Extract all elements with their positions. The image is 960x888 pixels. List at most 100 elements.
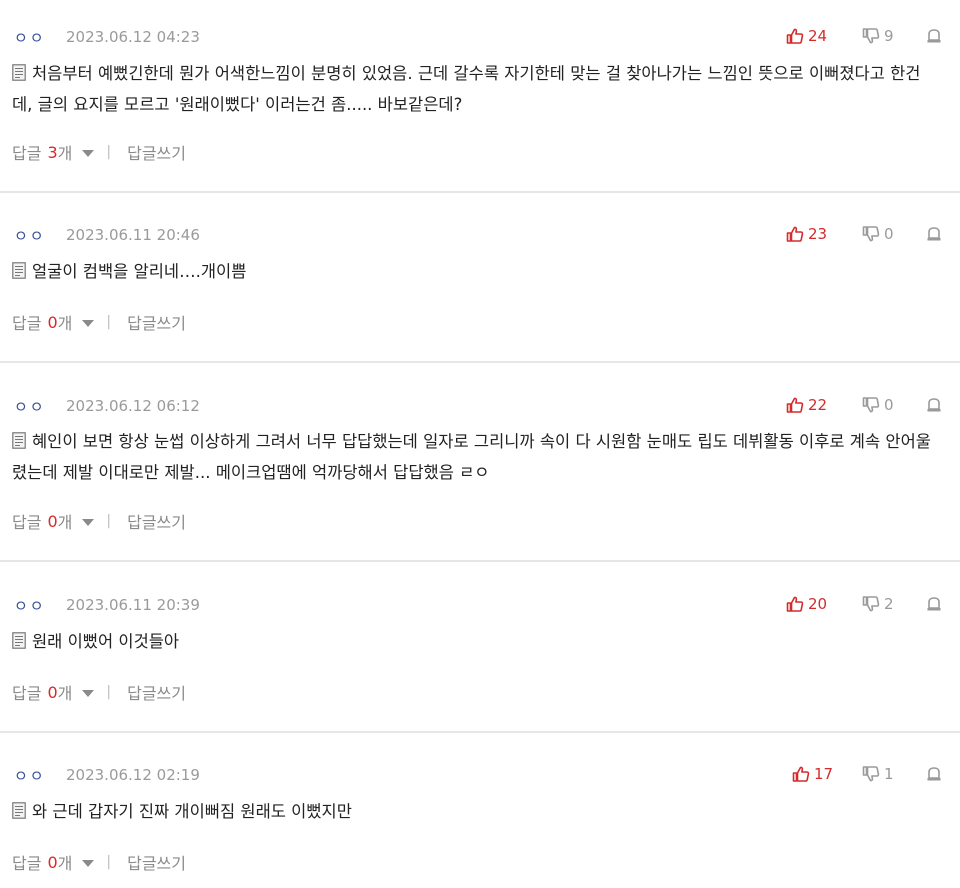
comment-text-block: 원래 이뻤어 이것들아 bbox=[12, 626, 934, 657]
reply-toggle-button[interactable]: 답글 0 개 bbox=[12, 850, 95, 874]
comment-text: 처음부터 예뻤긴한데 뭔가 어색한느낌이 분명히 있었음. 근데 갈수록 자기한… bbox=[12, 64, 921, 114]
comment-author[interactable]: ㅇㅇ bbox=[14, 396, 66, 417]
thumbs-up-icon bbox=[786, 28, 804, 44]
report-icon bbox=[927, 597, 941, 611]
separator: | bbox=[106, 854, 112, 870]
dislike-count: 1 bbox=[884, 765, 894, 783]
caret-down-icon bbox=[82, 860, 95, 867]
like-button[interactable]: 22 bbox=[786, 396, 862, 414]
comment-text: 와 근데 갑자기 진짜 개이뻐짐 원래도 이뻤지만 bbox=[32, 802, 352, 821]
write-reply-button[interactable]: 답글쓰기 bbox=[127, 140, 186, 164]
comment-date: 2023.06.12 06:12 bbox=[66, 397, 200, 415]
thumbs-up-icon bbox=[786, 596, 804, 612]
dislike-button[interactable]: 1 bbox=[862, 765, 926, 783]
reply-label: 답글 bbox=[12, 684, 42, 703]
like-count: 22 bbox=[808, 396, 828, 414]
report-button[interactable] bbox=[926, 766, 942, 782]
like-button[interactable]: 23 bbox=[786, 225, 862, 243]
document-icon bbox=[12, 802, 26, 819]
document-icon bbox=[12, 432, 26, 449]
comment-text-block: 처음부터 예뻤긴한데 뭔가 어색한느낌이 분명히 있었음. 근데 갈수록 자기한… bbox=[12, 58, 934, 120]
reply-unit: 개 bbox=[57, 854, 73, 873]
reply-unit: 개 bbox=[57, 144, 73, 163]
thumbs-up-icon bbox=[786, 226, 804, 242]
comment-author[interactable]: ㅇㅇ bbox=[14, 765, 66, 786]
reply-count: 0 bbox=[47, 312, 58, 332]
comment-date: 2023.06.11 20:39 bbox=[66, 596, 200, 614]
report-button[interactable] bbox=[926, 28, 942, 44]
comment-text-block: 와 근데 갑자기 진짜 개이뻐짐 원래도 이뻤지만 bbox=[12, 796, 934, 827]
reply-toggle-button[interactable]: 답글 0 개 bbox=[12, 509, 95, 533]
report-icon bbox=[927, 29, 941, 43]
thumbs-down-icon bbox=[862, 397, 880, 413]
document-icon bbox=[12, 632, 26, 649]
comment-text: 원래 이뻤어 이것들아 bbox=[32, 632, 180, 651]
comment-date: 2023.06.12 04:23 bbox=[66, 28, 200, 46]
thumbs-down-icon bbox=[862, 766, 880, 782]
dislike-button[interactable]: 9 bbox=[862, 27, 926, 45]
caret-down-icon bbox=[82, 519, 95, 526]
reply-label: 답글 bbox=[12, 513, 42, 532]
like-button[interactable]: 20 bbox=[786, 595, 862, 613]
reply-label: 답글 bbox=[12, 854, 42, 873]
caret-down-icon bbox=[82, 150, 95, 157]
like-button[interactable]: 24 bbox=[786, 27, 862, 45]
reply-toggle-button[interactable]: 답글 0 개 bbox=[12, 310, 95, 334]
reply-label: 답글 bbox=[12, 314, 42, 333]
comment-text-block: 혜인이 보면 항상 눈썹 이상하게 그려서 너무 답답했는데 일자로 그리니까 … bbox=[12, 426, 934, 488]
document-icon bbox=[12, 64, 26, 81]
reply-toggle-button[interactable]: 답글 3 개 bbox=[12, 140, 95, 164]
comment-author[interactable]: ㅇㅇ bbox=[14, 225, 66, 246]
separator: | bbox=[106, 513, 112, 529]
comment-text-block: 얼굴이 컴백을 알리네….개이쁨 bbox=[12, 256, 934, 287]
write-reply-button[interactable]: 답글쓰기 bbox=[127, 310, 186, 334]
reply-toggle-button[interactable]: 답글 0 개 bbox=[12, 680, 95, 704]
thumbs-down-icon bbox=[862, 226, 880, 242]
reply-label: 답글 bbox=[12, 144, 42, 163]
reply-count: 0 bbox=[47, 682, 58, 702]
dislike-button[interactable]: 2 bbox=[862, 595, 926, 613]
dislike-count: 0 bbox=[884, 225, 894, 243]
document-icon bbox=[12, 262, 26, 279]
reply-count: 0 bbox=[47, 511, 58, 531]
comment-date: 2023.06.11 20:46 bbox=[66, 226, 200, 244]
reply-unit: 개 bbox=[57, 314, 73, 333]
caret-down-icon bbox=[82, 690, 95, 697]
report-button[interactable] bbox=[926, 226, 942, 242]
separator: | bbox=[106, 144, 112, 160]
write-reply-button[interactable]: 답글쓰기 bbox=[127, 509, 186, 533]
comment-text: 혜인이 보면 항상 눈썹 이상하게 그려서 너무 답답했는데 일자로 그리니까 … bbox=[12, 432, 931, 482]
thumbs-down-icon bbox=[862, 596, 880, 612]
report-icon bbox=[927, 227, 941, 241]
comment-divider bbox=[0, 731, 960, 733]
comment-divider bbox=[0, 361, 960, 363]
thumbs-down-icon bbox=[862, 28, 880, 44]
like-count: 23 bbox=[808, 225, 828, 243]
dislike-button[interactable]: 0 bbox=[862, 396, 926, 414]
comment-author[interactable]: ㅇㅇ bbox=[14, 27, 66, 48]
write-reply-button[interactable]: 답글쓰기 bbox=[127, 850, 186, 874]
dislike-count: 0 bbox=[884, 396, 894, 414]
like-button[interactable]: 17 bbox=[792, 765, 862, 783]
separator: | bbox=[106, 314, 112, 330]
report-button[interactable] bbox=[926, 596, 942, 612]
like-count: 20 bbox=[808, 595, 828, 613]
reply-unit: 개 bbox=[57, 513, 73, 532]
like-count: 24 bbox=[808, 27, 828, 45]
dislike-count: 2 bbox=[884, 595, 894, 613]
comment-divider bbox=[0, 560, 960, 562]
reply-count: 0 bbox=[47, 852, 58, 872]
dislike-count: 9 bbox=[884, 27, 894, 45]
report-button[interactable] bbox=[926, 397, 942, 413]
comment-text: 얼굴이 컴백을 알리네….개이쁨 bbox=[32, 262, 247, 281]
comment-author[interactable]: ㅇㅇ bbox=[14, 595, 66, 616]
reply-count: 3 bbox=[47, 142, 58, 162]
reply-unit: 개 bbox=[57, 684, 73, 703]
comment-date: 2023.06.12 02:19 bbox=[66, 766, 200, 784]
caret-down-icon bbox=[82, 320, 95, 327]
report-icon bbox=[927, 767, 941, 781]
comment-divider bbox=[0, 191, 960, 193]
write-reply-button[interactable]: 답글쓰기 bbox=[127, 680, 186, 704]
dislike-button[interactable]: 0 bbox=[862, 225, 926, 243]
report-icon bbox=[927, 398, 941, 412]
